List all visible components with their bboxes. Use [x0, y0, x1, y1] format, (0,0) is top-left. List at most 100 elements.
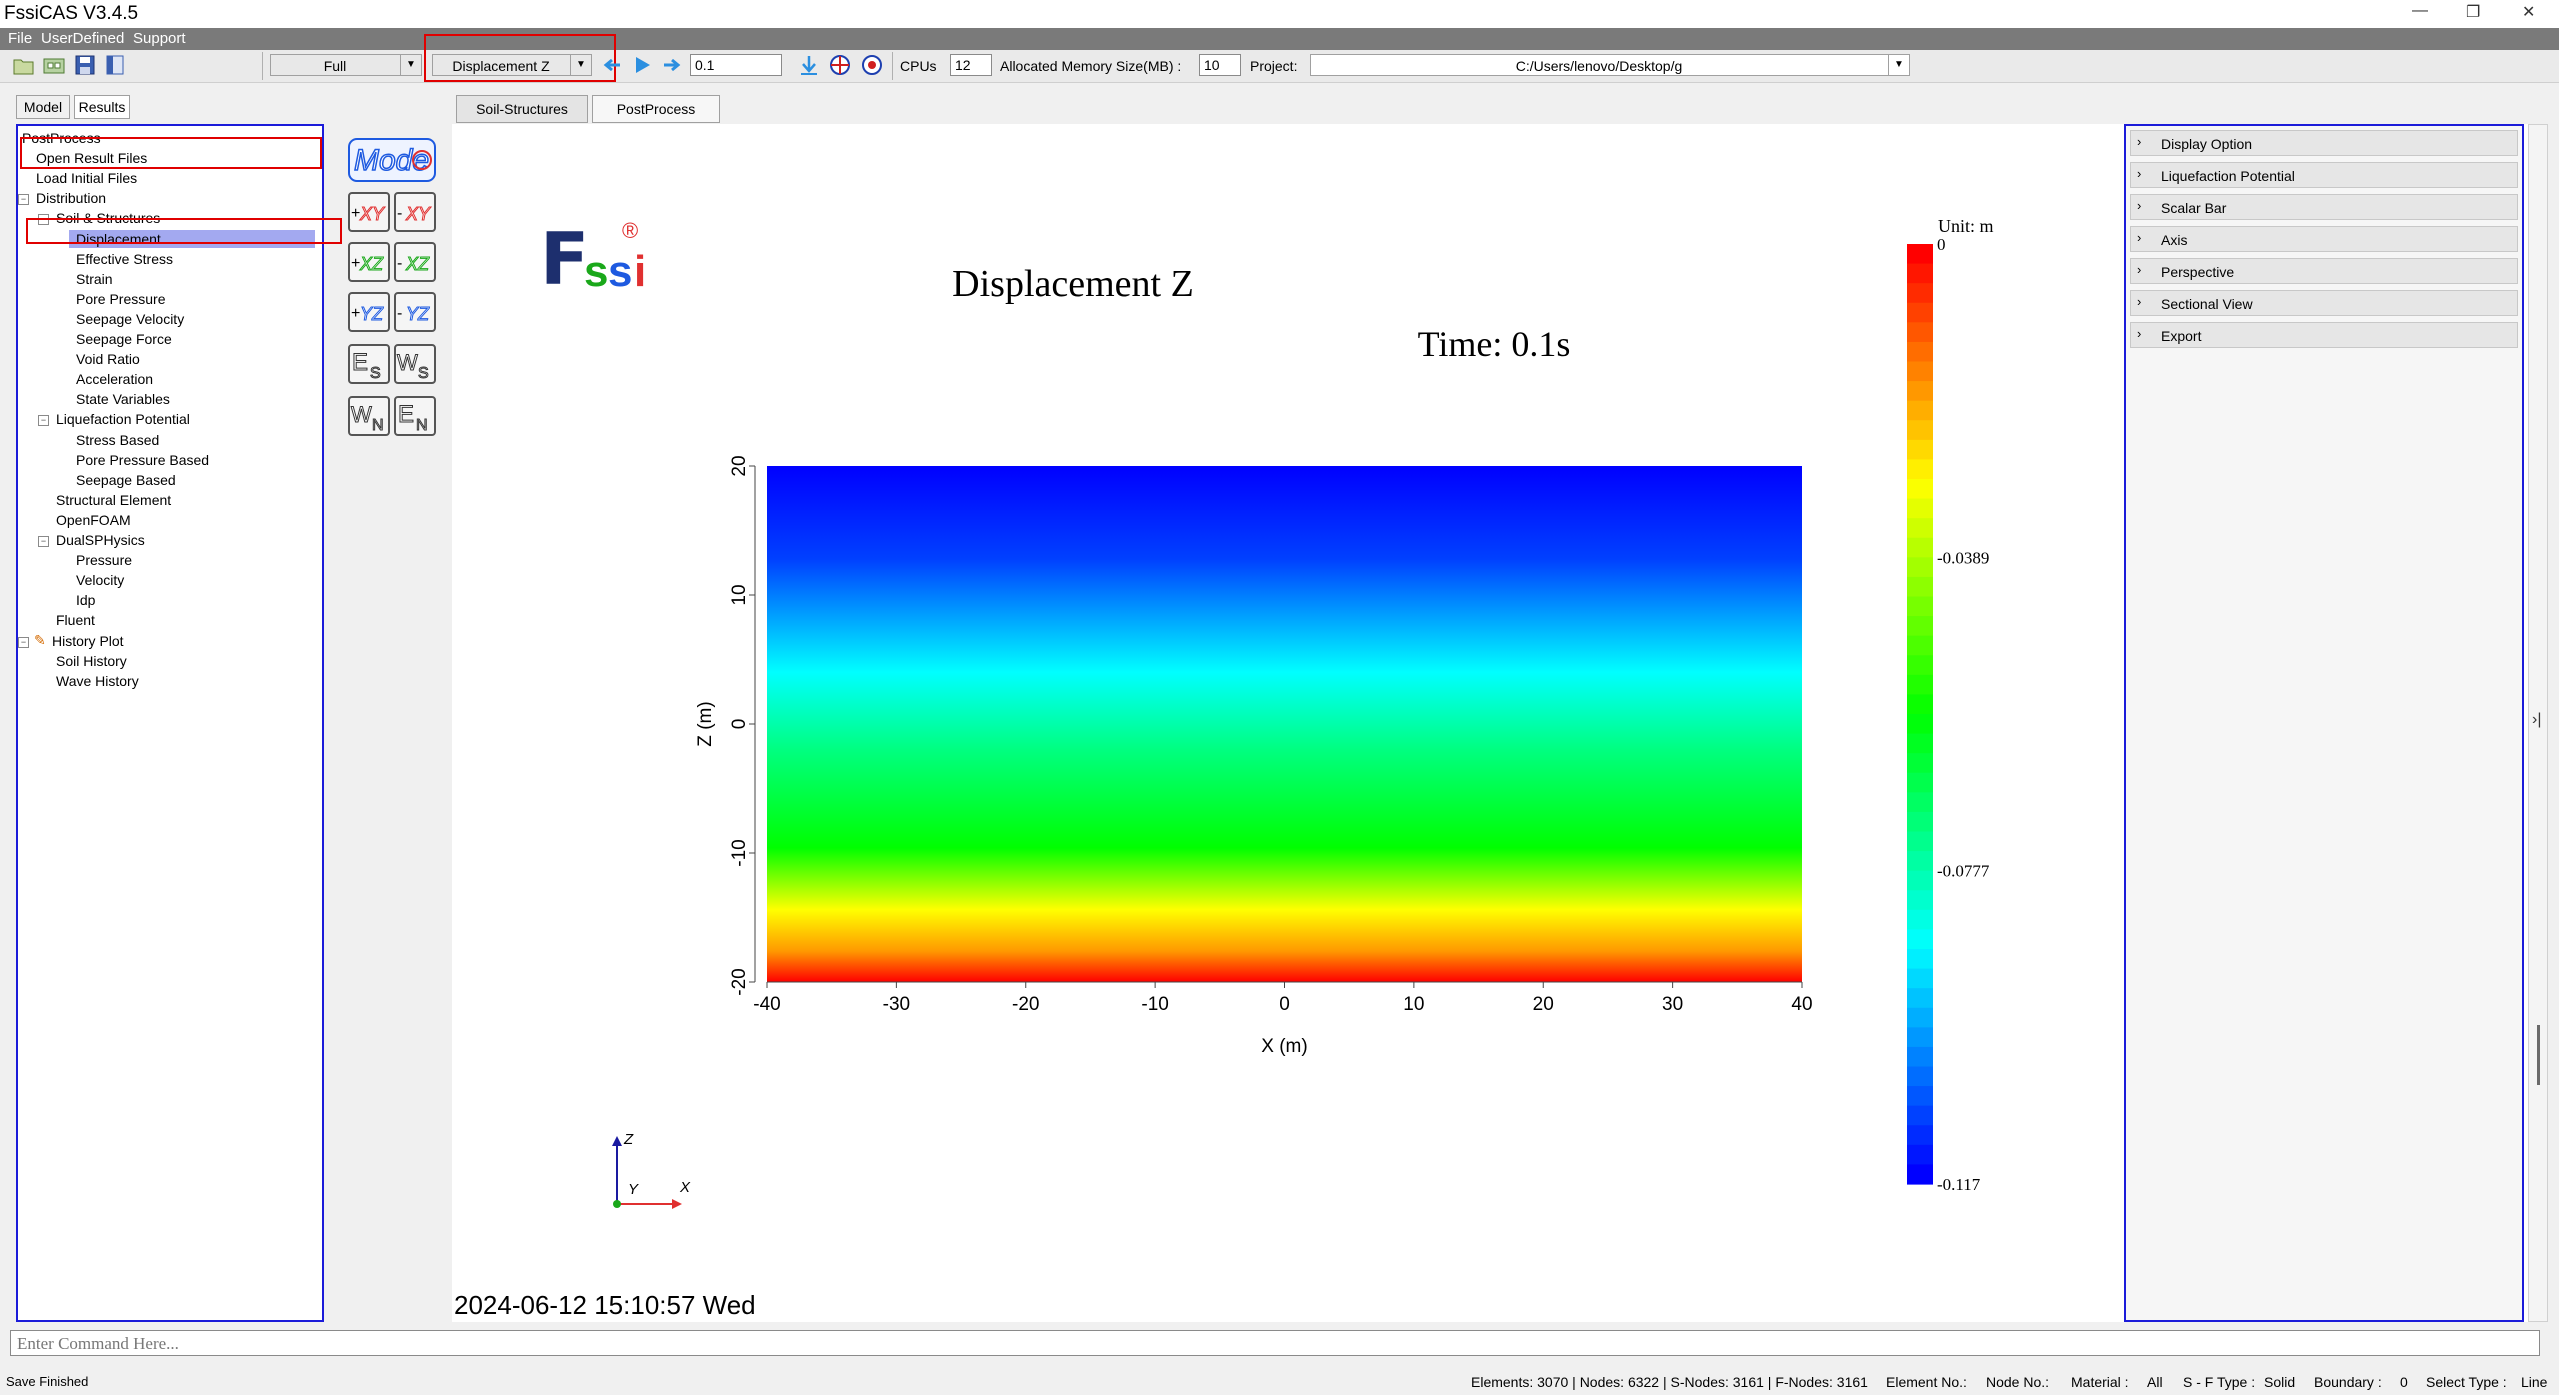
en-icon: EN: [398, 401, 429, 435]
plot-title: Displacement Z: [952, 263, 1194, 305]
svg-text:YZ: YZ: [360, 304, 384, 324]
view-en-button[interactable]: EN: [394, 396, 436, 436]
tab-model[interactable]: Model: [16, 95, 70, 119]
tree-item[interactable]: Soil History: [56, 653, 127, 669]
tree-item[interactable]: Liquefaction Potential: [56, 411, 190, 427]
tree-item[interactable]: Pressure: [76, 552, 132, 568]
tree-item[interactable]: DualSPHysics: [56, 532, 145, 548]
download-arrow-icon[interactable]: [797, 54, 821, 76]
accordion-section[interactable]: › Axis: [2130, 226, 2518, 252]
displacement-field[interactable]: [767, 466, 1802, 982]
cpus-input[interactable]: [950, 54, 992, 76]
scalar-bar-segment: [1907, 890, 1933, 911]
project-path: C:/Users/lenovo/Desktop/g: [1515, 58, 1683, 74]
view-es-button[interactable]: ES: [348, 344, 390, 384]
mode-select[interactable]: Full ▼: [270, 54, 422, 76]
ws-icon: WS: [397, 350, 430, 383]
menu-userdefined[interactable]: UserDefined: [41, 30, 124, 47]
tree-item[interactable]: Pore Pressure: [76, 291, 165, 307]
field-plot[interactable]: -40 -30 -20 -10 0 10 20 30 40 X (m) -20 -10 0 10 20 Z (…: [695, 455, 1813, 1057]
view-wn-button[interactable]: WN: [348, 396, 390, 436]
step-input[interactable]: [690, 54, 782, 76]
collapse-panel-icon[interactable]: ›|: [2532, 711, 2541, 729]
view-plus-yz-button[interactable]: + YZ: [348, 292, 390, 332]
view-plus-xz-button[interactable]: + XZ: [348, 242, 390, 282]
tree-collapse-toggle[interactable]: −: [18, 194, 29, 206]
view-minus-xy-button[interactable]: - XY: [394, 192, 436, 232]
view-plus-xy-button[interactable]: + XY: [348, 192, 390, 232]
record-icon[interactable]: [860, 54, 884, 76]
tree-item[interactable]: Wave History: [56, 673, 139, 689]
view-minus-yz-button[interactable]: - YZ: [394, 292, 436, 332]
properties-panel: › Display Option › Liquefaction Potential › S…: [2124, 124, 2524, 1322]
project-select[interactable]: C:/Users/lenovo/Desktop/g ▼: [1310, 54, 1910, 76]
tree-item[interactable]: Acceleration: [76, 371, 153, 387]
view-minus-xz-button[interactable]: - XZ: [394, 242, 436, 282]
scalar-bar[interactable]: Unit: m0 -0.0389 -0.0777 -0.117: [1907, 216, 1994, 1194]
tree-item[interactable]: Stress Based: [76, 432, 159, 448]
tree-item[interactable]: Load Initial Files: [36, 170, 137, 186]
close-icon[interactable]: ✕: [2522, 2, 2535, 22]
vertical-scrollbar[interactable]: ›|: [2528, 124, 2548, 1322]
scrollbar-thumb[interactable]: [2537, 1025, 2540, 1085]
scalar-bar-segment: [1907, 831, 1933, 852]
render-canvas[interactable]: F s s i ® Displacement Z Time: 0.1s -40-…: [452, 124, 2124, 1322]
tree-item[interactable]: Effective Stress: [76, 251, 173, 267]
tree-item[interactable]: Structural Element: [56, 492, 171, 508]
svg-text:W: W: [397, 350, 418, 375]
layout-icon[interactable]: [103, 54, 127, 76]
restore-icon[interactable]: ❐: [2466, 2, 2480, 22]
chevron-right-icon: ›: [2137, 230, 2142, 245]
accordion-section[interactable]: › Scalar Bar: [2130, 194, 2518, 220]
title-bar: FssiCAS V3.4.5 — ❐ ✕: [0, 0, 2559, 28]
tree-item[interactable]: Void Ratio: [76, 351, 140, 367]
accordion-section[interactable]: › Liquefaction Potential: [2130, 162, 2518, 188]
tree-collapse-toggle[interactable]: −: [18, 636, 29, 648]
tree-item[interactable]: History Plot: [52, 633, 124, 649]
x-tick-label: -20: [1012, 994, 1039, 1015]
step-back-icon[interactable]: [600, 54, 624, 76]
model-icon: Mode: [348, 138, 436, 182]
import-icon[interactable]: [42, 54, 66, 76]
svg-text:S: S: [370, 365, 381, 382]
tree-collapse-toggle[interactable]: −: [38, 536, 49, 547]
tree-item[interactable]: Distribution: [36, 190, 106, 206]
tree-collapse-toggle[interactable]: −: [38, 415, 49, 427]
tree-item[interactable]: Idp: [76, 592, 95, 608]
tree-item[interactable]: Strain: [76, 271, 113, 287]
tree-item[interactable]: Seepage Force: [76, 331, 172, 347]
tree-item[interactable]: Fluent: [56, 612, 95, 628]
tab-results[interactable]: Results: [74, 95, 130, 119]
model-view-button[interactable]: Mode: [348, 138, 436, 182]
memory-input[interactable]: [1199, 54, 1241, 76]
memory-label: Allocated Memory Size(MB) :: [1000, 58, 1182, 74]
menu-support[interactable]: Support: [133, 30, 186, 47]
accordion-section[interactable]: › Display Option: [2130, 130, 2518, 156]
accordion-section[interactable]: › Export: [2130, 322, 2518, 348]
wn-icon: WN: [351, 402, 385, 435]
scalar-bar-segment: [1907, 714, 1933, 735]
accordion-section[interactable]: › Sectional View: [2130, 290, 2518, 316]
scalar-bar-segment: [1907, 420, 1933, 441]
tab-postprocess[interactable]: PostProcess: [592, 95, 720, 123]
tree-item[interactable]: State Variables: [76, 391, 170, 407]
menu-file[interactable]: File: [8, 30, 32, 47]
play-icon[interactable]: [630, 54, 654, 76]
view-ws-button[interactable]: WS: [394, 344, 436, 384]
open-folder-icon[interactable]: [12, 54, 36, 76]
tab-soil-structures[interactable]: Soil-Structures: [456, 95, 588, 123]
command-input[interactable]: Enter Command Here...: [10, 1330, 2540, 1356]
globe-icon[interactable]: [828, 54, 852, 76]
tree-item[interactable]: OpenFOAM: [56, 512, 131, 528]
accordion-section[interactable]: › Perspective: [2130, 258, 2518, 284]
save-icon[interactable]: [73, 54, 97, 76]
tree-item[interactable]: Pore Pressure Based: [76, 452, 209, 468]
scalar-bar-segment: [1907, 302, 1933, 323]
tree-item[interactable]: Velocity: [76, 572, 124, 588]
tree-item[interactable]: Seepage Based: [76, 472, 176, 488]
tree-item[interactable]: Seepage Velocity: [76, 311, 184, 327]
minimize-icon[interactable]: —: [2412, 2, 2428, 20]
accordion-section-label: Export: [2161, 328, 2202, 344]
step-forward-icon[interactable]: [660, 54, 684, 76]
scalar-bar-segment: [1907, 733, 1933, 754]
